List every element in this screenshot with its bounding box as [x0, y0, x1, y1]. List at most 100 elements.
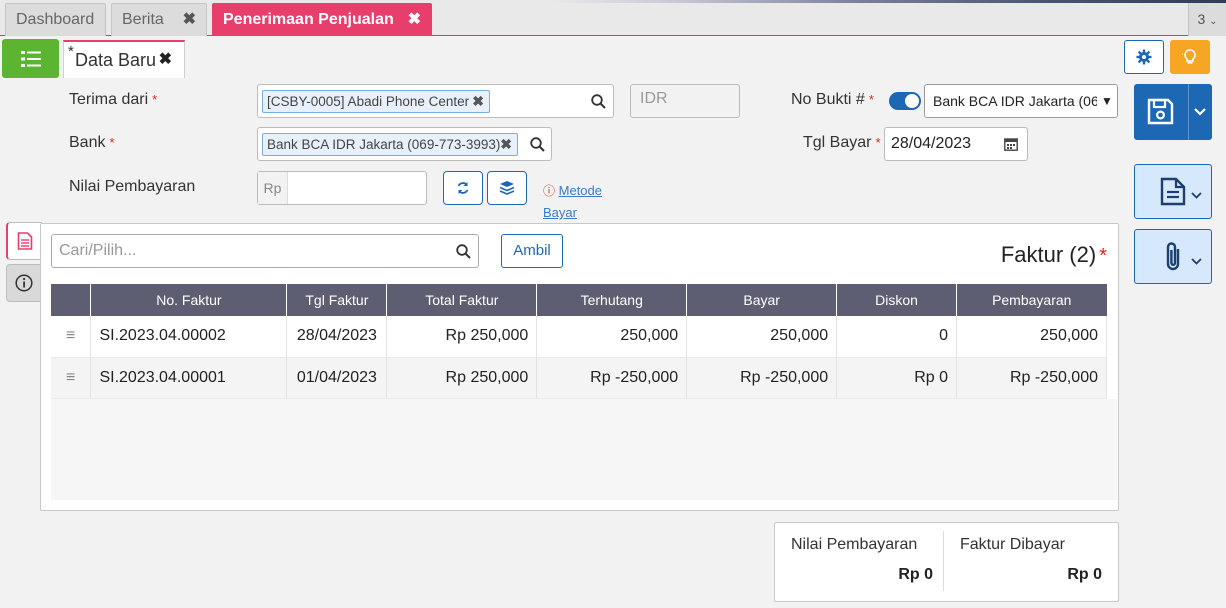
invoice-discount[interactable]: 0 [836, 316, 958, 358]
bank-label: Bank * [69, 134, 115, 152]
vtab-info[interactable] [6, 264, 42, 302]
drag-handle-icon[interactable]: ≡ [51, 316, 92, 358]
required-mark: * [152, 92, 158, 107]
summary-faktur-dibayar: Faktur Dibayar Rp 0 [944, 523, 1112, 601]
tab-berita[interactable]: Berita ✖ [111, 3, 207, 36]
search-icon[interactable] [530, 137, 545, 152]
invoice-outstanding: 250,000 [536, 316, 688, 358]
settings-button[interactable] [1124, 40, 1164, 74]
table-row[interactable]: ≡ SI.2023.04.00001 01/04/2023 Rp 250,000… [51, 357, 1107, 399]
auto-number-toggle[interactable] [889, 92, 921, 110]
currency-text: IDR [640, 90, 668, 107]
tab-label: Data Baru [75, 50, 157, 70]
table-empty-area [51, 399, 1117, 500]
required-mark: * [109, 135, 115, 150]
chevron-down-icon [1191, 258, 1202, 265]
tab-dashboard[interactable]: Dashboard [5, 3, 106, 36]
column-header: Total Faktur [386, 284, 538, 316]
search-icon[interactable] [456, 244, 471, 259]
invoice-number: SI.2023.04.00002 [90, 316, 288, 358]
invoice-discount[interactable]: Rp 0 [836, 357, 958, 399]
invoice-pay-amount[interactable]: 250,000 [686, 316, 838, 358]
refresh-amount-button[interactable] [443, 171, 483, 205]
column-header: Diskon [836, 284, 958, 316]
invoice-pay-amount[interactable]: Rp -250,000 [686, 357, 838, 399]
metode-bayar-link[interactable]: ⓘ Metode Bayar [543, 180, 602, 223]
invoice-date: 28/04/2023 [286, 316, 388, 358]
bank-select[interactable]: Bank BCA IDR Jakarta (069-773-3993) ✖ [257, 127, 552, 161]
tgl-bayar-label: Tgl Bayar * [803, 134, 881, 152]
summary-value: Rp 0 [1067, 566, 1102, 583]
paperclip-icon [1166, 242, 1180, 271]
invoice-number: SI.2023.04.00001 [90, 357, 288, 399]
document-icon [1160, 177, 1186, 206]
info-icon [15, 274, 33, 292]
remove-icon[interactable]: ✖ [500, 134, 512, 155]
column-header: Bayar [686, 284, 838, 316]
tab-penerimaan-penjualan[interactable]: Penerimaan Penjualan ✖ [212, 3, 432, 36]
drag-handle-icon[interactable]: ≡ [51, 357, 92, 399]
label-text: Tgl Bayar [803, 134, 872, 151]
customer-select[interactable]: [CSBY-0005] Abadi Phone Center ✖ [257, 84, 614, 118]
invoice-outstanding: Rp -250,000 [536, 357, 688, 399]
chip-label: Bank BCA IDR Jakarta (069-773-3993) [267, 137, 501, 152]
payment-summary: Nilai Pembayaran Rp 0 Faktur Dibayar Rp … [774, 522, 1119, 602]
metode-line-2: Bayar [543, 205, 577, 220]
close-icon[interactable]: ✖ [159, 42, 172, 78]
list-icon [20, 50, 41, 67]
summary-value: Rp 0 [898, 566, 933, 583]
amount-input[interactable]: Rp [257, 171, 427, 205]
tips-button[interactable] [1170, 40, 1210, 74]
help-icon: ⓘ [543, 184, 556, 198]
invoice-table: No. Faktur Tgl Faktur Total Faktur Terhu… [51, 284, 1107, 399]
tab-count-dropdown[interactable]: 3 ⌄ [1188, 3, 1226, 36]
save-button[interactable] [1134, 84, 1212, 140]
customer-chip: [CSBY-0005] Abadi Phone Center ✖ [262, 90, 490, 113]
chevron-down-icon[interactable] [1194, 108, 1206, 116]
payment-layers-button[interactable] [487, 171, 527, 205]
invoice-panel: Cari/Pilih... Ambil Faktur (2) * No. Fakt… [40, 223, 1119, 511]
invoice-total: Rp 250,000 [386, 357, 538, 399]
currency-field: IDR [630, 84, 740, 118]
currency-prefix: Rp [258, 172, 288, 204]
invoice-payment: 250,000 [956, 316, 1107, 358]
invoice-payment: Rp -250,000 [956, 357, 1107, 399]
summary-nilai-pembayaran: Nilai Pembayaran Rp 0 [775, 523, 943, 601]
required-mark: * [875, 135, 881, 150]
attachment-menu-button[interactable] [1134, 229, 1212, 284]
chip-label: [CSBY-0005] Abadi Phone Center [267, 94, 470, 109]
calendar-icon[interactable] [1004, 137, 1018, 151]
ambil-button[interactable]: Ambil [501, 234, 563, 268]
refresh-icon [457, 182, 469, 194]
document-menu-button[interactable] [1134, 164, 1212, 219]
invoice-search-input[interactable]: Cari/Pilih... [51, 234, 479, 268]
column-header: Terhutang [536, 284, 688, 316]
tab-label: Penerimaan Penjualan [223, 11, 394, 28]
vtab-invoices[interactable] [6, 222, 42, 260]
tab-data-baru[interactable]: * Data Baru ✖ [63, 40, 185, 78]
search-icon[interactable] [591, 94, 606, 109]
close-icon[interactable]: ✖ [408, 4, 421, 35]
label-text: No Bukti # [791, 91, 865, 108]
chevron-down-icon: ⌄ [1209, 16, 1218, 27]
nilai-pembayaran-label: Nilai Pembayaran [69, 178, 196, 195]
table-row[interactable]: ≡ SI.2023.04.00002 28/04/2023 Rp 250,000… [51, 316, 1107, 358]
required-mark: * [1099, 245, 1107, 267]
floppy-disk-icon [1147, 98, 1174, 125]
tgl-bayar-input[interactable]: 28/04/2023 [884, 127, 1028, 161]
table-header-row: No. Faktur Tgl Faktur Total Faktur Terhu… [51, 284, 1107, 316]
gear-icon [1136, 49, 1152, 65]
bank-chip: Bank BCA IDR Jakarta (069-773-3993) ✖ [262, 133, 518, 156]
tab-strip: Dashboard Berita ✖ Penerimaan Penjualan … [0, 0, 1226, 36]
title-text: Faktur (2) [1000, 242, 1097, 267]
no-bukti-select[interactable]: Bank BCA IDR Jakarta (069-773-3993) ▼ [924, 84, 1118, 118]
chevron-down-icon [1191, 192, 1202, 199]
list-menu-button[interactable] [2, 39, 59, 78]
required-mark: * [868, 92, 874, 107]
column-header: Tgl Faktur [286, 284, 388, 316]
search-placeholder: Cari/Pilih... [59, 242, 137, 259]
remove-icon[interactable]: ✖ [472, 91, 484, 112]
label-text: Terima dari [69, 91, 149, 108]
no-bukti-label: No Bukti # * [791, 91, 874, 109]
close-icon[interactable]: ✖ [183, 4, 196, 35]
